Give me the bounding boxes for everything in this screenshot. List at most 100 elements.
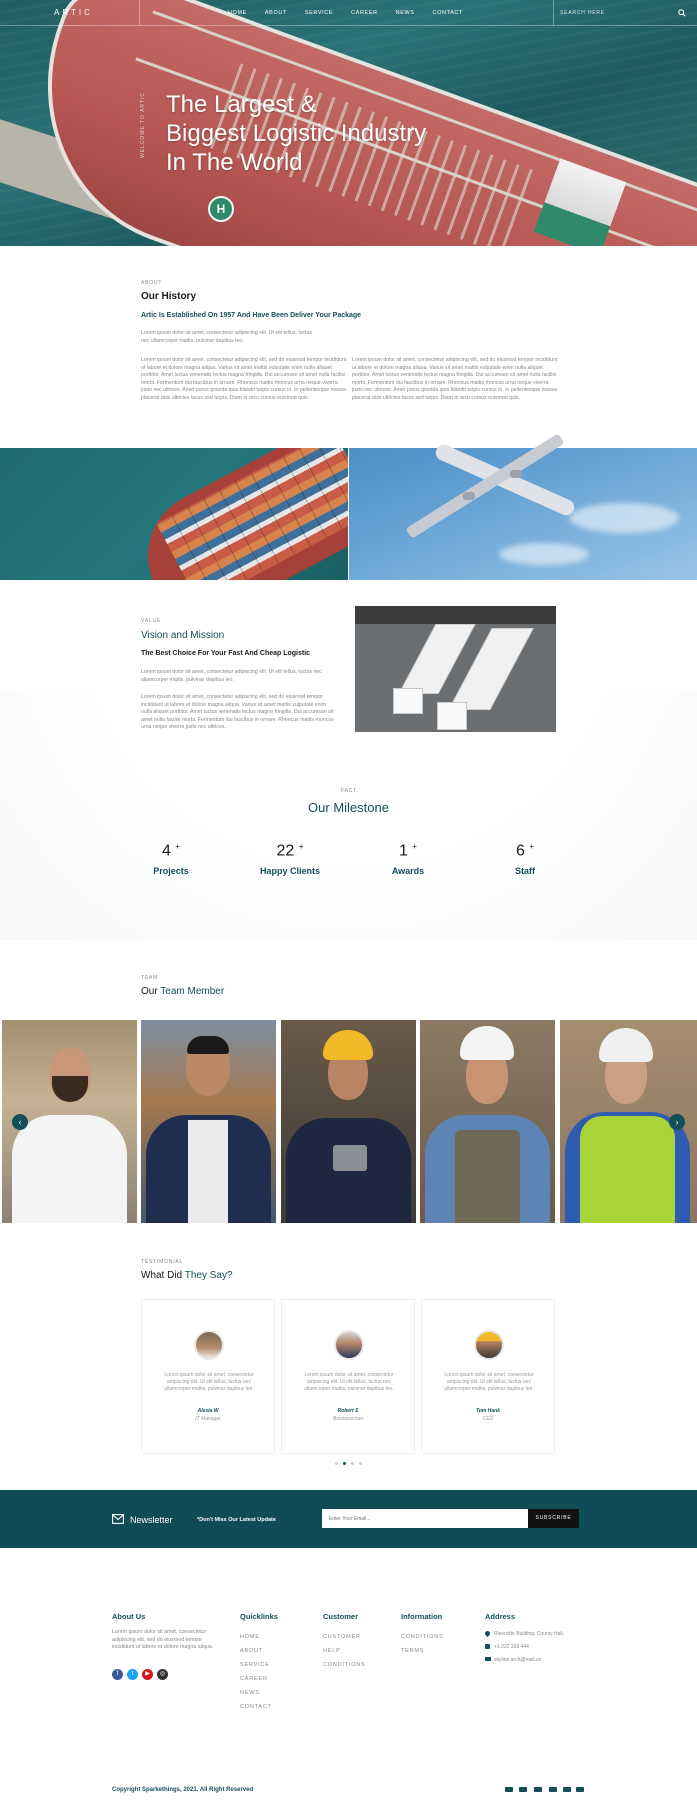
testimonial-name: Tom Hank (476, 1408, 500, 1414)
footer-link-service[interactable]: SERVICE (240, 1662, 270, 1668)
stat-happy-clients: 22 + Happy Clients (245, 842, 335, 876)
map-pin-icon (483, 1629, 492, 1638)
about-title: Our History (141, 291, 197, 302)
testimonial-card: Lorem ipsum dolor sit amet, consectetur … (421, 1299, 555, 1454)
nav-link-about[interactable]: ABOUT (265, 10, 287, 16)
about-column-1: Lorem ipsum dolor sit amet, consectetur … (141, 357, 347, 401)
pagination-dot[interactable] (351, 1462, 354, 1465)
value-body: Lorem ipsum dolor sit amet, consectetur … (141, 694, 334, 731)
footer-link-about[interactable]: ABOUT (240, 1648, 263, 1654)
stat-label: Awards (391, 866, 425, 877)
team-title-accent: Team Member (160, 986, 225, 997)
team-member-photo[interactable] (281, 1020, 416, 1223)
testimonial-quote: Lorem ipsum dolor sit amet, consectetur … (444, 1372, 534, 1392)
nav-link-career[interactable]: CAREER (351, 10, 378, 16)
search-input[interactable]: SEARCH HERE (560, 10, 605, 16)
team-next-arrow-icon[interactable]: › (669, 1114, 685, 1130)
milestone-eyebrow: FACT (341, 788, 357, 794)
footer-address-title: Address (485, 1612, 516, 1621)
site-logo[interactable]: ARTIC (54, 8, 93, 17)
footer-link-home[interactable]: HOME (240, 1634, 260, 1640)
newsletter-email-input[interactable] (322, 1509, 528, 1528)
twitter-icon[interactable]: t (127, 1669, 138, 1680)
about-subtitle: Artic Is Established On 1957 And Have Be… (141, 312, 362, 319)
testimonial-quote: Lorem ipsum dolor sit amet, consectetur … (304, 1372, 394, 1392)
team-title-plain: Our (141, 986, 158, 997)
pagination-dot[interactable] (359, 1462, 362, 1465)
value-subtitle: The Best Choice For Your Fast And Cheap … (141, 650, 311, 657)
footer-link-news[interactable]: NEWS (240, 1690, 260, 1696)
copyright-text: Copyright Sparkethings, 2021. All Right … (112, 1787, 254, 1793)
avatar (474, 1330, 504, 1360)
facebook-icon[interactable]: f (112, 1669, 123, 1680)
airplane-engine (463, 492, 475, 500)
milestone-background (0, 690, 697, 940)
testimonial-name: Alexia W (197, 1408, 219, 1414)
payment-card-icon (505, 1787, 513, 1792)
stat-awards: 1 + Awards (363, 842, 453, 876)
footer-link-conditions[interactable]: CONDITIONS (323, 1662, 366, 1668)
container-ship-image (0, 448, 348, 580)
value-title: Vision and Mission (141, 630, 225, 641)
youtube-icon[interactable]: ▶ (142, 1669, 153, 1680)
footer-about-title: About Us (112, 1612, 146, 1621)
top-nav: ARTIC HOME ABOUT SERVICE CAREER NEWS CON… (0, 0, 697, 26)
newsletter-tagline: *Don't Miss Our Latest Update (197, 1517, 276, 1523)
subscribe-button[interactable]: SUBSCRIBE (528, 1509, 579, 1528)
footer-link-help[interactable]: HELP (323, 1648, 341, 1654)
team-title: Our Team Member (141, 986, 224, 997)
testimonial-title-plain: What Did (141, 1270, 183, 1281)
testimonial-quote: Lorem ipsum dolor sit amet, consectetur … (164, 1372, 254, 1392)
footer-address: Riverside Building, County Hall, (494, 1631, 565, 1637)
nav-link-service[interactable]: SERVICE (305, 10, 333, 16)
footer-customer-title: Customer (323, 1612, 359, 1621)
team-member-photo[interactable] (420, 1020, 555, 1223)
email-icon (485, 1657, 491, 1661)
footer-link-terms[interactable]: TERMS (401, 1648, 424, 1654)
footer-link-career[interactable]: CAREER (240, 1676, 268, 1682)
hero-title-line-3: In The World (166, 149, 303, 176)
footer-about-text: Lorem ipsum dolor sit amet, consectetur … (112, 1629, 214, 1650)
envelope-icon (112, 1514, 124, 1524)
footer-phone: +1 222 333 444 (494, 1644, 529, 1650)
pagination-dot[interactable] (335, 1462, 338, 1465)
testimonial-card: Lorem ipsum dolor sit amet, consectetur … (141, 1299, 275, 1454)
team-member-photo[interactable] (141, 1020, 276, 1223)
hero-title-line-2: Biggest Logistic Industry (166, 120, 427, 147)
nav-link-contact[interactable]: CONTACT (433, 10, 463, 16)
trucks-image (355, 606, 556, 732)
about-intro: Lorem ipsum dolor sit amet, consectetur … (141, 330, 312, 344)
team-prev-arrow-icon[interactable]: ‹ (12, 1114, 28, 1130)
testimonial-eyebrow: TESTIMONIAL (141, 1259, 184, 1265)
footer-link-contact[interactable]: CONTACT (240, 1704, 272, 1710)
nav-divider-left (139, 0, 140, 26)
helipad-marker: H (208, 196, 234, 222)
pagination-dot-active[interactable] (343, 1462, 346, 1465)
stat-label: Happy Clients (259, 866, 320, 877)
hero-title-line-1: The Largest & (166, 91, 317, 118)
hero-section: H WELCOME TO ARTIC The Largest & Biggest… (0, 0, 697, 246)
nav-link-news[interactable]: NEWS (396, 10, 415, 16)
search-icon[interactable] (678, 9, 686, 17)
stat-value: 22 + (276, 842, 304, 860)
team-eyebrow: TEAM (141, 975, 159, 981)
payment-card-icon (519, 1787, 527, 1792)
testimonial-name: Robert S (337, 1408, 359, 1414)
payment-card-icon (576, 1787, 584, 1792)
avatar (194, 1330, 224, 1360)
testimonial-role: Businessman (332, 1416, 363, 1422)
footer-link-customer[interactable]: CUSTOMER (323, 1634, 361, 1640)
stat-value: 4 + (161, 842, 181, 860)
instagram-icon[interactable]: ◎ (157, 1669, 168, 1680)
stat-label: Projects (153, 866, 189, 877)
payment-card-icon (534, 1787, 542, 1792)
footer-link-conditions[interactable]: CONDITIONS (401, 1634, 444, 1640)
testimonial-role: IT Manager (195, 1416, 221, 1422)
nav-divider-right (553, 0, 554, 26)
footer-email[interactable]: skyline.arch@mail.co (494, 1657, 541, 1663)
nav-links: HOME ABOUT SERVICE CAREER NEWS CONTACT (228, 10, 481, 16)
newsletter-section: Newsletter *Don't Miss Our Latest Update… (0, 1490, 697, 1548)
nav-link-home[interactable]: HOME (228, 10, 247, 16)
stat-value: 6 + (515, 842, 535, 860)
testimonial-card: Lorem ipsum dolor sit amet, consectetur … (281, 1299, 415, 1454)
